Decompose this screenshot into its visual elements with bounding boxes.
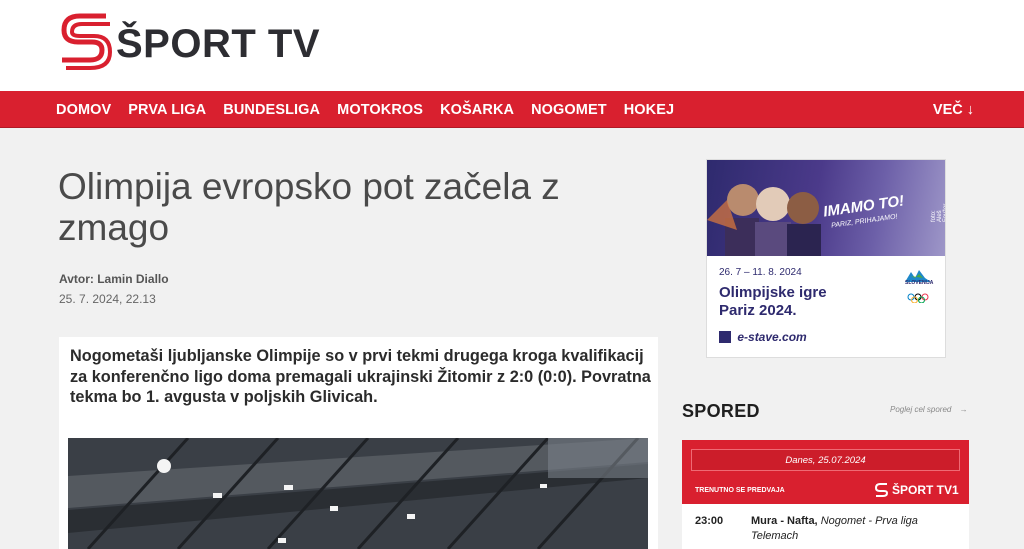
channel-name: ŠPORT TV1 [892,483,959,497]
site-header: ŠPORT TV [0,0,1024,91]
e-stave-icon [719,331,731,343]
article-body: Nogometaši ljubljanske Olimpije so v prv… [59,337,658,549]
logo-text: ŠPORT TV [116,21,321,66]
now-playing-label: TRENUTNO SE PREDVAJA [695,487,785,494]
schedule-row-match: Mura - Nafta, [751,515,818,527]
ad-country: SLOVENIJA [905,280,934,286]
ad-photo-credit: foto: Aleš Fevžer [931,203,946,222]
schedule-date-selector[interactable]: Danes, 25.07.2024 [691,449,960,471]
channel-logo: ŠPORT TV1 [875,482,959,498]
full-schedule-link-text: Poglej cel spored [890,405,952,414]
nav-item-bundesliga[interactable]: BUNDESLIGA [223,102,320,118]
nav-more-button[interactable]: VEČ ↓ [933,91,974,128]
ad-hero-image: IMAMO TO! PARIZ, PRIHAJAMO! foto: Aleš F… [707,160,946,256]
nav-item-motokros[interactable]: MOTOKROS [337,102,423,118]
nav-item-prva-liga[interactable]: PRVA LIGA [128,102,206,118]
nav-item-domov[interactable]: DOMOV [56,102,111,118]
ad-event-title: Olimpijske igre Pariz 2024. [719,284,827,319]
nav-items: DOMOV PRVA LIGA BUNDESLIGA MOTOKROS KOŠA… [56,91,691,128]
article-title: Olimpija evropsko pot začela z zmago [58,166,560,248]
sport-tv-logo-icon [61,13,113,70]
ad-site: e-stave.com [719,330,807,344]
schedule-widget: Danes, 25.07.2024 TRENUTNO SE PREDVAJA Š… [682,440,969,549]
nav-item-hokej[interactable]: HOKEJ [624,102,674,118]
article-author: Avtor: Lamin Diallo [59,272,169,286]
sport-tv-channel-icon [875,483,889,497]
schedule-header: Danes, 25.07.2024 TRENUTNO SE PREDVAJA Š… [682,440,969,504]
olympic-rings-icon [907,293,929,303]
article-date: 25. 7. 2024, 22.13 [59,292,156,306]
arrow-right-icon: → [959,405,968,414]
stadium-roof-image [68,438,648,549]
schedule-title: SPORED [682,401,760,421]
article-photo [68,438,648,549]
nav-item-kosarka[interactable]: KOŠARKA [440,102,514,118]
olympics-ad-banner[interactable]: IMAMO TO! PARIZ, PRIHAJAMO! foto: Aleš F… [706,159,946,358]
schedule-row-time: 23:00 [695,515,724,527]
ad-dates: 26. 7 – 11. 8. 2024 [719,267,802,278]
schedule-row[interactable]: Mura - Nafta, Nogomet - Prva liga Telema… [751,514,966,544]
article-lead: Nogometaši ljubljanske Olimpije so v prv… [70,347,651,406]
nav-item-nogomet[interactable]: NOGOMET [531,102,607,118]
ad-site-text: e-stave.com [737,330,807,344]
site-logo[interactable]: ŠPORT TV [58,8,320,74]
athletes-image [707,184,821,256]
full-schedule-link[interactable]: Poglej cel spored → [890,405,968,414]
main-nav: DOMOV PRVA LIGA BUNDESLIGA MOTOKROS KOŠA… [0,91,1024,128]
